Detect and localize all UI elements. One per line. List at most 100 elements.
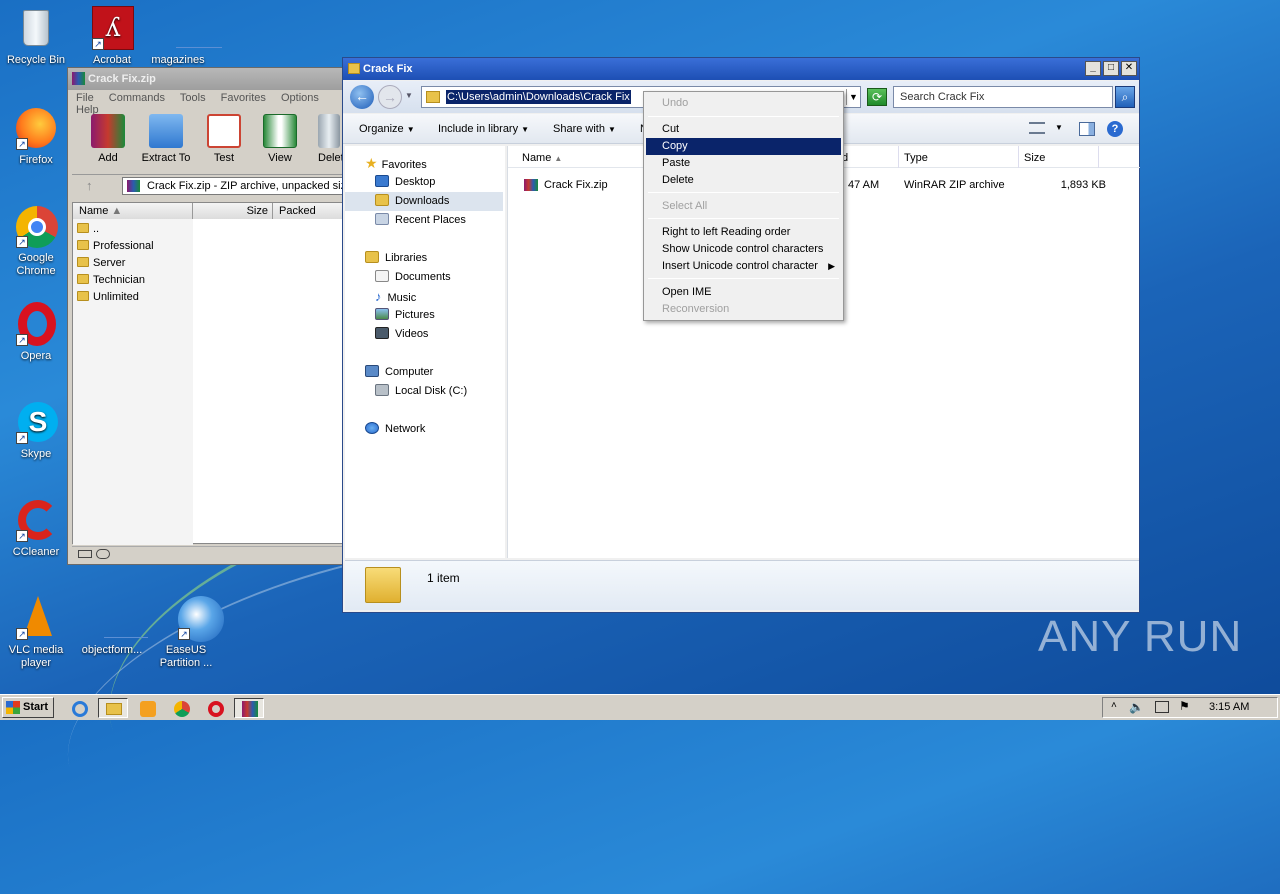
nav-videos[interactable]: Videos <box>375 325 428 344</box>
desktop-icon-easeus[interactable]: ↗ EaseUS Partition ... <box>150 596 224 670</box>
list-item[interactable]: Professional <box>77 238 154 255</box>
network-icon <box>365 422 379 434</box>
desktop-icon-recycle-bin[interactable]: Recycle Bin <box>0 6 72 67</box>
menu-tools[interactable]: Tools <box>180 92 206 104</box>
network-icon[interactable] <box>1155 701 1169 713</box>
menu-favorites[interactable]: Favorites <box>221 92 266 104</box>
search-icon: ⌕ <box>1121 90 1129 104</box>
taskbar-chrome[interactable] <box>166 698 196 718</box>
desktop-icon-objectform[interactable]: objectform... <box>76 596 148 657</box>
trash-icon <box>318 114 340 148</box>
nav-documents[interactable]: Documents <box>375 268 451 287</box>
nav-recent-places[interactable]: Recent Places <box>375 211 466 230</box>
taskbar-explorer[interactable] <box>98 698 128 718</box>
list-item[interactable]: Technician <box>77 272 154 289</box>
folder-icon <box>77 257 89 267</box>
nav-desktop[interactable]: Desktop <box>375 173 435 192</box>
acrobat-icon: ʎ ↗ <box>90 6 134 50</box>
help-icon[interactable]: ? <box>1107 121 1123 137</box>
menu-show-unicode[interactable]: Show Unicode control characters <box>646 241 841 258</box>
winrar-file-list[interactable]: Name ▲ Size Packed .. Professional Serve… <box>72 202 355 545</box>
menu-cut[interactable]: Cut <box>646 121 841 138</box>
list-item[interactable]: Server <box>77 255 154 272</box>
menu-select-all[interactable]: Select All <box>646 198 841 215</box>
desktop-icon-magazines[interactable]: magazines <box>142 6 222 67</box>
taskbar-winrar[interactable] <box>234 698 264 718</box>
start-button[interactable]: Start <box>2 697 54 718</box>
add-button[interactable]: Add <box>78 114 138 164</box>
address-text[interactable]: C:\Users\admin\Downloads\Crack Fix <box>446 90 631 104</box>
test-button[interactable]: Test <box>194 114 254 164</box>
address-dropdown-icon[interactable]: ▼ <box>846 89 860 105</box>
explorer-titlebar[interactable]: Crack Fix _ □ ✕ <box>343 58 1139 80</box>
view-button[interactable]: View <box>250 114 310 164</box>
close-button[interactable]: ✕ <box>1121 61 1137 76</box>
view-dropdown-icon[interactable]: ▼ <box>1055 123 1063 132</box>
refresh-button[interactable]: ⟳ <box>867 88 887 106</box>
nav-network[interactable]: Network <box>365 420 425 439</box>
windows-logo-icon <box>6 701 20 714</box>
nav-music[interactable]: ♪ Music <box>375 287 416 306</box>
search-input[interactable]: Search Crack Fix <box>893 86 1113 108</box>
action-center-flag-icon[interactable]: ⚑ <box>1179 699 1190 713</box>
extract-to-button[interactable]: Extract To <box>136 114 196 164</box>
minimize-button[interactable]: _ <box>1085 61 1101 76</box>
menu-rtl-reading-order[interactable]: Right to left Reading order <box>646 224 841 241</box>
menu-paste[interactable]: Paste <box>646 155 841 172</box>
winrar-path-field[interactable]: Crack Fix.zip - ZIP archive, unpacked si… <box>122 177 352 195</box>
menu-insert-unicode[interactable]: Insert Unicode control character ▶ <box>646 258 841 275</box>
col-size[interactable]: Size <box>193 203 273 219</box>
preview-pane-icon[interactable] <box>1079 122 1095 136</box>
volume-icon[interactable]: 🔈 <box>1129 700 1144 714</box>
menu-file[interactable]: File <box>76 92 94 104</box>
col-size[interactable]: Size <box>1024 152 1045 164</box>
book-icon <box>263 114 297 148</box>
system-tray: ˄ 🔈 ⚑ 3:15 AM <box>1102 697 1278 718</box>
menu-undo[interactable]: Undo <box>646 95 841 112</box>
menu-commands[interactable]: Commands <box>109 92 165 104</box>
nav-libraries[interactable]: Libraries <box>365 249 427 268</box>
navigation-pane[interactable]: ★ Favorites Desktop Downloads Recent Plac… <box>345 146 505 558</box>
back-button[interactable]: ← <box>350 85 374 109</box>
nav-computer[interactable]: Computer <box>365 363 433 382</box>
file-name[interactable]: Crack Fix.zip <box>544 176 608 194</box>
nav-local-disk[interactable]: Local Disk (C:) <box>375 382 467 401</box>
desktop-icon-chrome[interactable]: ↗ Google Chrome <box>0 204 72 278</box>
include-in-library-button[interactable]: Include in library ▼ <box>438 123 529 135</box>
nav-downloads[interactable]: Downloads <box>345 192 503 211</box>
tray-expand-icon[interactable]: ˄ <box>1111 700 1117 711</box>
nav-pictures[interactable]: Pictures <box>375 306 435 325</box>
menu-open-ime[interactable]: Open IME <box>646 284 841 301</box>
menu-reconversion[interactable]: Reconversion <box>646 301 841 318</box>
menu-delete[interactable]: Delete <box>646 172 841 189</box>
search-button[interactable]: ⌕ <box>1115 86 1135 108</box>
taskbar-opera[interactable] <box>200 698 230 718</box>
maximize-button[interactable]: □ <box>1103 61 1119 76</box>
organize-button[interactable]: Organize ▼ <box>359 123 415 135</box>
col-type[interactable]: Type <box>904 152 928 164</box>
clock[interactable]: 3:15 AM <box>1209 701 1249 713</box>
taskbar-media-player[interactable] <box>132 698 162 718</box>
recent-pages-chevron-icon[interactable]: ▼ <box>405 91 413 100</box>
up-arrow-icon[interactable]: ↑ <box>86 178 93 193</box>
winrar-titlebar[interactable]: Crack Fix.zip <box>68 68 352 90</box>
desktop-icon-skype[interactable]: S ↗ Skype <box>0 400 72 461</box>
view-options-icon[interactable] <box>1029 122 1045 134</box>
menu-options[interactable]: Options <box>281 92 319 104</box>
taskbar-ie[interactable] <box>64 698 94 718</box>
list-item[interactable]: Unlimited <box>77 289 154 306</box>
list-item[interactable]: .. <box>77 221 154 238</box>
share-with-button[interactable]: Share with ▼ <box>553 123 616 135</box>
details-pane: 1 item <box>345 560 1139 610</box>
winrar-window[interactable]: Crack Fix.zip File Commands Tools Favori… <box>67 67 355 565</box>
forward-button[interactable]: → <box>378 85 402 109</box>
desktop-icon-opera[interactable]: ↗ Opera <box>0 302 72 363</box>
menu-copy[interactable]: Copy <box>646 138 841 155</box>
desktop-icon-ccleaner[interactable]: ↗ CCleaner <box>0 498 72 559</box>
desktop-icon-firefox[interactable]: ↗ Firefox <box>0 106 72 167</box>
col-name[interactable]: Name ▲ <box>73 203 193 219</box>
desktop-icon-acrobat[interactable]: ʎ ↗ Acrobat <box>76 6 148 67</box>
desktop-icon-vlc[interactable]: ↗ VLC media player <box>0 596 72 670</box>
col-name[interactable]: Name ▲ <box>522 152 562 164</box>
nav-favorites[interactable]: ★ Favorites <box>365 154 427 173</box>
